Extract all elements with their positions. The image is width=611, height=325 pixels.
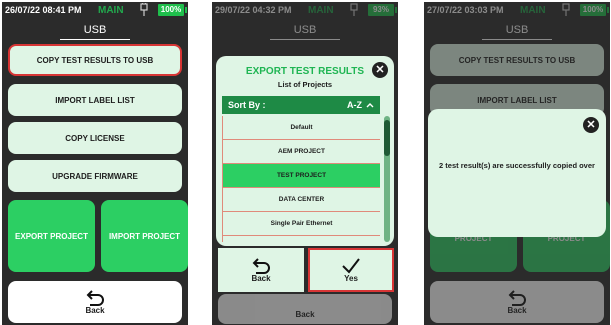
- success-popup: ✕ 2 test result(s) are successfully copi…: [428, 109, 606, 237]
- title-underline: [60, 39, 130, 40]
- checkmark-icon: [342, 257, 360, 274]
- list-item[interactable]: Default: [223, 116, 380, 140]
- title-underline: [482, 39, 552, 40]
- sort-label: Sort By :: [228, 100, 266, 110]
- mode-label: MAIN: [520, 5, 546, 16]
- status-bar: 27/07/22 03:03 PM MAIN 100%: [424, 2, 610, 18]
- back-button[interactable]: Back: [218, 248, 304, 292]
- background-copy-button: COPY TEST RESULTS TO USB: [430, 44, 604, 76]
- screen-export-dialog: 29/07/22 04:32 PM MAIN 93% USB EXPORT TE…: [212, 2, 398, 325]
- import-project-button[interactable]: IMPORT PROJECT: [101, 200, 188, 272]
- back-arrow-icon: [252, 257, 270, 274]
- close-icon[interactable]: ✕: [372, 62, 388, 78]
- close-icon[interactable]: ✕: [583, 117, 599, 133]
- battery-indicator: 100%: [158, 4, 187, 16]
- usb-plug-icon: [140, 3, 148, 16]
- export-project-button[interactable]: EXPORT PROJECT: [8, 200, 95, 272]
- screen-usb-menu: 26/07/22 08:41 PM MAIN 100% USB COPY TES…: [2, 2, 188, 325]
- upgrade-firmware-button[interactable]: UPGRADE FIRMWARE: [8, 160, 182, 192]
- background-back-button: Back: [218, 294, 392, 324]
- scrollbar[interactable]: [384, 116, 390, 242]
- back-label: Back: [251, 273, 271, 283]
- dialog-title: EXPORT TEST RESULTS: [245, 66, 365, 77]
- list-item[interactable]: DATA CENTER: [223, 188, 380, 212]
- copy-test-results-button[interactable]: COPY TEST RESULTS TO USB: [8, 44, 182, 76]
- dialog-subtitle: List of Projects: [277, 80, 333, 89]
- list-item[interactable]: Single Pair Ethernet: [223, 212, 380, 236]
- screen-copy-success: 27/07/22 03:03 PM MAIN 100% USB COPY TES…: [424, 2, 610, 325]
- background-back-label: Back: [295, 309, 315, 319]
- back-label: Back: [507, 305, 527, 315]
- background-back-button: Back: [430, 281, 604, 323]
- status-bar: 29/07/22 04:32 PM MAIN 93%: [212, 2, 398, 18]
- back-label: Back: [85, 305, 105, 315]
- page-title: USB: [505, 24, 529, 36]
- yes-label: Yes: [344, 273, 358, 283]
- mode-label: MAIN: [308, 5, 334, 16]
- success-message: 2 test result(s) are successfully copied…: [439, 161, 595, 170]
- clock: 29/07/22 04:32 PM: [215, 5, 292, 15]
- chevron-up-icon: [366, 103, 374, 108]
- copy-license-button[interactable]: COPY LICENSE: [8, 122, 182, 154]
- yes-button[interactable]: Yes: [308, 248, 394, 292]
- mode-label: MAIN: [98, 5, 124, 16]
- title-underline: [270, 39, 340, 40]
- clock: 26/07/22 08:41 PM: [5, 5, 82, 15]
- battery-indicator: 100%: [580, 4, 609, 16]
- usb-plug-icon: [350, 3, 358, 16]
- page-title: USB: [83, 24, 107, 36]
- battery-indicator: 93%: [368, 4, 397, 16]
- export-dialog: EXPORT TEST RESULTS List of Projects ✕ S…: [216, 56, 394, 246]
- back-arrow-icon: [86, 289, 104, 306]
- usb-plug-icon: [562, 3, 570, 16]
- back-button[interactable]: Back: [8, 281, 182, 323]
- list-item-selected[interactable]: TEST PROJECT: [223, 164, 380, 188]
- clock: 27/07/22 03:03 PM: [427, 5, 504, 15]
- status-bar: 26/07/22 08:41 PM MAIN 100%: [2, 2, 188, 18]
- project-list: Default AEM PROJECT TEST PROJECT DATA CE…: [222, 116, 380, 242]
- sort-bar[interactable]: Sort By : A-Z: [222, 96, 380, 114]
- list-item[interactable]: AEM PROJECT: [223, 140, 380, 164]
- sort-value: A-Z: [347, 100, 362, 110]
- import-label-list-button[interactable]: IMPORT LABEL LIST: [8, 84, 182, 116]
- page-title: USB: [293, 24, 317, 36]
- back-arrow-icon: [508, 289, 526, 306]
- scrollbar-thumb[interactable]: [384, 120, 390, 156]
